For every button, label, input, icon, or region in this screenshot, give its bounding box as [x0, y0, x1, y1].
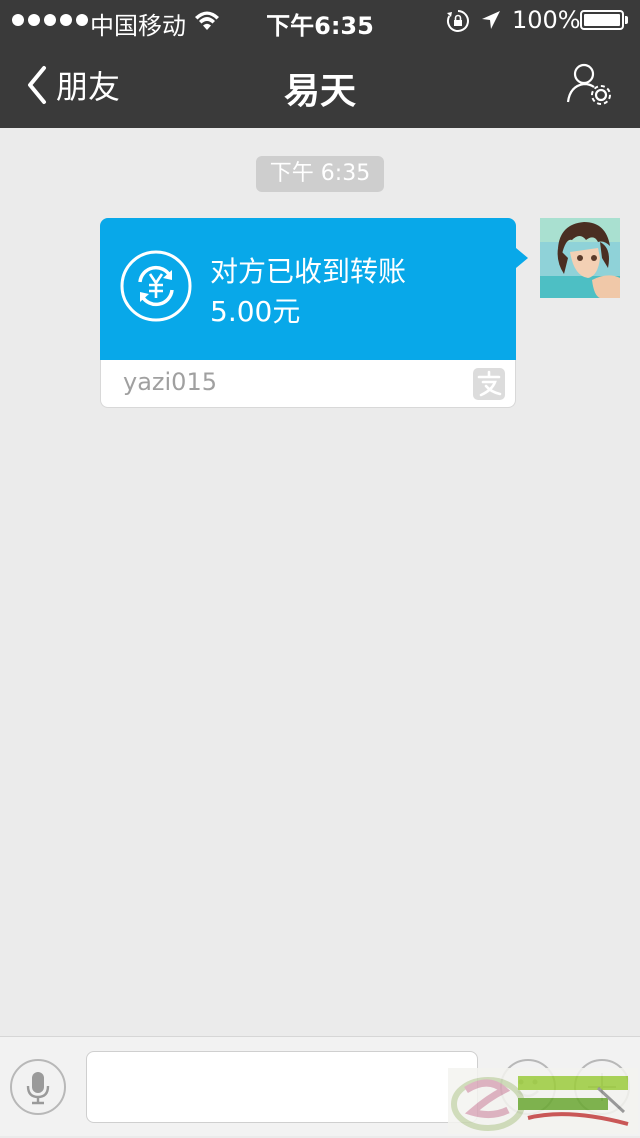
location-arrow-icon — [480, 9, 502, 37]
microphone-icon — [26, 1072, 50, 1105]
transfer-card-body: 对方已收到转账 5.00元 — [100, 218, 516, 360]
status-bar: 中国移动 下午6:35 100% — [0, 0, 640, 40]
avatar[interactable] — [540, 218, 620, 298]
nav-bar: 朋友 易天 — [0, 40, 640, 128]
rotation-lock-icon — [446, 9, 470, 39]
page-title: 易天 — [283, 71, 356, 112]
transfer-card-footer: yazi015 — [100, 360, 516, 408]
message-input[interactable] — [86, 1051, 478, 1123]
battery-icon — [580, 10, 628, 30]
message-timestamp: 下午 6:35 — [256, 156, 384, 192]
battery-percent: 100% — [512, 6, 581, 34]
transfer-status: 对方已收到转账 — [210, 255, 407, 288]
voice-input-button[interactable] — [10, 1059, 66, 1115]
watermark-logo — [448, 1068, 638, 1134]
bubble-tail — [516, 248, 528, 268]
transfer-message-card[interactable]: 对方已收到转账 5.00元 yazi015 — [100, 218, 516, 408]
alipay-icon — [473, 368, 505, 404]
header: 中国移动 下午6:35 100% 朋友 易天 — [0, 0, 640, 128]
sender-account: yazi015 — [123, 368, 217, 396]
yuan-transfer-icon — [120, 250, 192, 326]
user-settings-icon — [566, 63, 611, 105]
transfer-amount: 5.00元 — [210, 295, 301, 328]
profile-settings-button[interactable] — [566, 62, 612, 110]
